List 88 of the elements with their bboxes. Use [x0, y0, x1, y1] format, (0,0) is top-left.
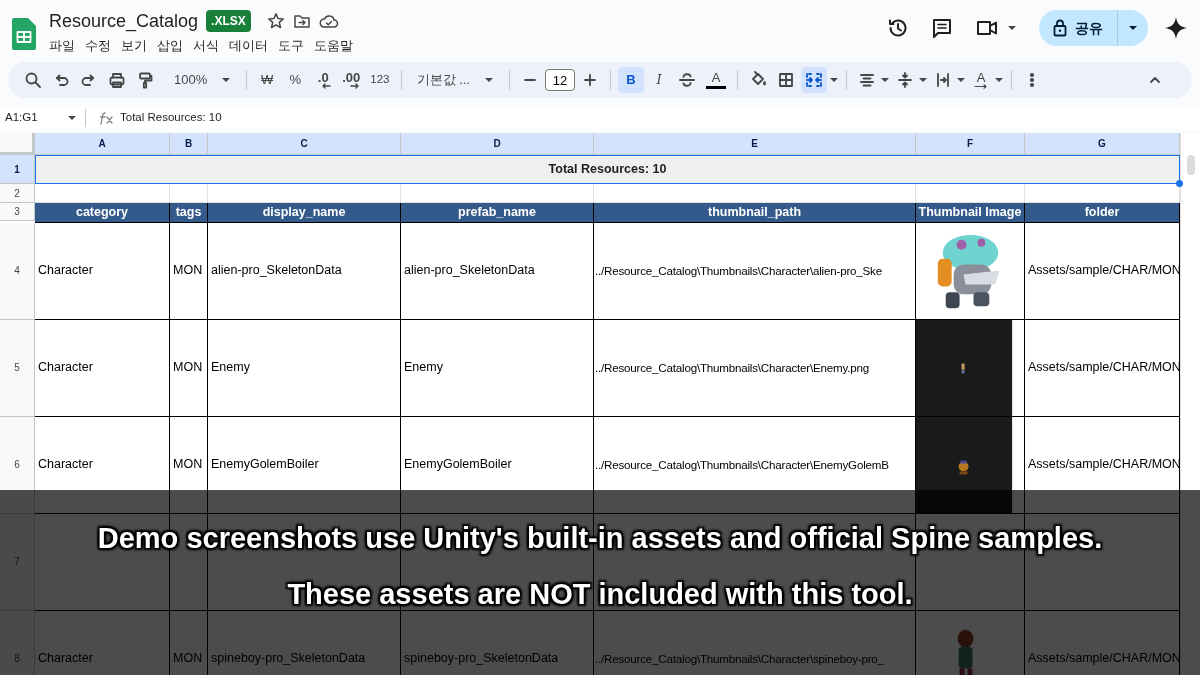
star-icon[interactable] [266, 12, 285, 30]
document-title[interactable]: Resource_Catalog [49, 10, 199, 32]
bold-button[interactable]: B [617, 67, 644, 93]
arrow-icon [348, 82, 360, 89]
menu-item[interactable]: 도구 [278, 35, 310, 57]
table-cell: Enemy [208, 319, 401, 417]
menu-item[interactable]: 데이터 [229, 35, 274, 57]
move-folder-icon[interactable] [292, 12, 311, 30]
row-header[interactable]: 3 [0, 203, 35, 221]
column-header[interactable]: E [594, 133, 916, 155]
caret-icon[interactable] [1007, 24, 1017, 32]
function-icon [98, 111, 114, 125]
column-title-cell: tags [170, 203, 208, 223]
lock-icon[interactable] [1053, 19, 1067, 37]
increase-decimal-button[interactable]: .00 [338, 67, 365, 93]
text-rotation-button[interactable]: A [967, 67, 994, 93]
formula-text[interactable]: Total Resources: 10 [120, 109, 222, 127]
caret-icon[interactable] [955, 76, 966, 84]
font-select[interactable]: 기본값 ... [408, 67, 502, 93]
scrollbar-thumb[interactable] [1187, 155, 1195, 175]
table-cell: alien-pro_SkeletonData [401, 222, 594, 320]
column-title-cell: folder [1025, 203, 1180, 223]
number-format-button[interactable]: 123 [366, 67, 394, 93]
caption-text: These assets are NOT included with this tool. [287, 577, 913, 612]
table-cell: Character [35, 319, 170, 417]
row-header[interactable]: 5 [0, 319, 35, 417]
arrow-icon [320, 82, 332, 89]
caret-icon[interactable] [879, 76, 890, 84]
column-header[interactable]: B [170, 133, 208, 155]
menu-item[interactable]: 보기 [121, 35, 153, 57]
table-cell: Enemy [401, 319, 594, 417]
caret-icon[interactable] [917, 76, 928, 84]
row-header[interactable]: 1 [0, 155, 35, 184]
table-cell: MON [170, 319, 208, 417]
history-icon[interactable] [887, 17, 909, 39]
name-box[interactable]: A1:G1 [5, 109, 38, 127]
text-color-button[interactable]: A [701, 67, 730, 93]
column-title-cell: display_name [208, 203, 401, 223]
menu-item[interactable]: 수정 [85, 35, 117, 57]
row-header[interactable]: 4 [0, 222, 35, 320]
currency-format-button[interactable]: ₩ [254, 67, 281, 93]
share-button[interactable]: 공유 [1039, 10, 1148, 46]
percent-format-button[interactable]: % [282, 67, 309, 93]
vertical-align-icon[interactable] [895, 71, 914, 89]
comment-icon[interactable] [931, 17, 953, 39]
column-header[interactable]: C [208, 133, 401, 155]
strikethrough-icon[interactable] [677, 71, 696, 89]
decrease-decimal-button[interactable]: .0 [310, 67, 337, 93]
column-title-cell: prefab_name [401, 203, 594, 223]
title-cell: Total Resources: 10 [35, 155, 1180, 184]
menu-item[interactable]: 서식 [193, 35, 225, 57]
caption-text: Demo screenshots use Unity's built-in assets and official Spine samples. [97, 521, 1103, 556]
column-header[interactable]: F [916, 133, 1025, 155]
spreadsheet-logo-icon[interactable] [12, 18, 36, 50]
caret-icon[interactable] [993, 76, 1004, 84]
fill-handle[interactable] [1176, 180, 1183, 187]
column-header[interactable]: G [1025, 133, 1180, 155]
menu-item[interactable]: 삽입 [157, 35, 189, 57]
column-title-cell: category [35, 203, 170, 223]
column-header[interactable]: A [35, 133, 170, 155]
align-center-icon[interactable] [857, 71, 876, 89]
file-type-badge: .XLSX [206, 10, 251, 32]
zoom-select[interactable]: 100% [166, 67, 240, 93]
table-cell: alien-pro_SkeletonData [208, 222, 401, 320]
menu-item[interactable]: 도움말 [314, 35, 359, 57]
column-header[interactable]: D [401, 133, 594, 155]
merge-cells-icon[interactable] [804, 71, 823, 89]
caret-icon [483, 76, 494, 84]
caret-icon [221, 76, 232, 84]
caret-icon[interactable] [67, 114, 77, 122]
column-title-cell: Thumbnail Image [916, 203, 1025, 223]
search-icon[interactable] [24, 71, 42, 89]
sparkle-icon[interactable] [1164, 16, 1188, 40]
caret-icon[interactable] [828, 76, 839, 84]
font-size-field[interactable]: 12 [544, 69, 575, 91]
arrow-icon [973, 83, 988, 89]
italic-button[interactable]: I [645, 67, 672, 93]
column-title-cell: thumbnail_path [594, 203, 916, 223]
caret-icon[interactable] [1128, 24, 1138, 32]
menu-item[interactable]: 파일 [49, 35, 81, 57]
video-camera-icon[interactable] [975, 18, 999, 38]
paint-roller-icon[interactable] [136, 71, 154, 89]
print-icon[interactable] [108, 71, 126, 89]
cloud-check-icon[interactable] [318, 12, 339, 30]
borders-icon[interactable] [776, 71, 795, 89]
table-cell: Character [35, 222, 170, 320]
row-header[interactable]: 2 [0, 184, 35, 203]
table-cell: MON [170, 222, 208, 320]
